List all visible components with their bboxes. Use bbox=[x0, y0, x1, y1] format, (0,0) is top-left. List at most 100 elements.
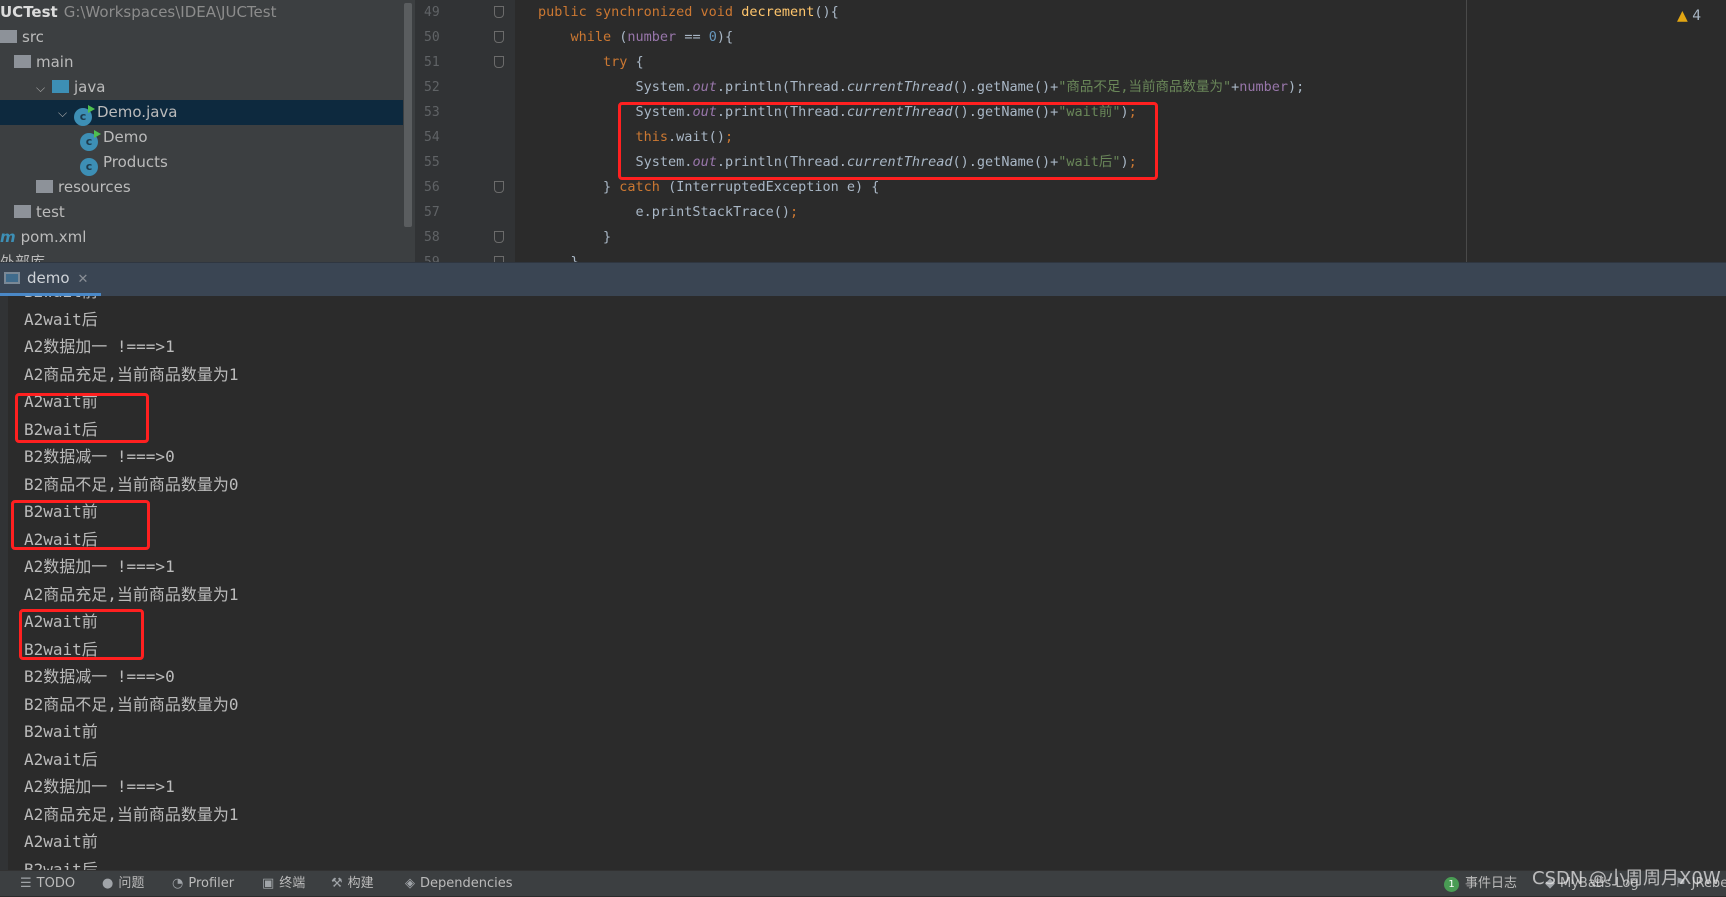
line-number: 53 bbox=[424, 105, 440, 120]
watermark: CSDN @小周周月X0W bbox=[1532, 868, 1721, 889]
console-line: A2商品充足,当前商品数量为1 bbox=[24, 364, 239, 384]
chevron-down-icon[interactable]: ⌵ bbox=[58, 101, 74, 126]
console-line: B2wait后 bbox=[24, 859, 98, 871]
console-line: B2wait前 bbox=[24, 722, 98, 741]
line-number: 51 bbox=[424, 55, 440, 70]
code-token: 0 bbox=[708, 29, 717, 45]
list-icon: ☰ bbox=[20, 876, 32, 891]
code-token: } bbox=[538, 254, 579, 262]
project-panel: UCTest G:\Workspaces\IDEA\JUCTest src main… bbox=[0, 0, 415, 262]
dependencies-button[interactable]: ◈ Dependencies bbox=[405, 871, 513, 897]
code-token: (InterruptedException e) { bbox=[668, 179, 880, 195]
layers-icon: ◈ bbox=[405, 876, 415, 891]
terminal-button[interactable]: ▣ 终端 bbox=[262, 871, 305, 897]
tab-demo[interactable]: demo ✕ bbox=[0, 263, 101, 297]
code-token: == bbox=[676, 29, 709, 45]
folder-icon bbox=[14, 55, 31, 68]
console-line: A2商品充足,当前商品数量为1 bbox=[24, 584, 239, 604]
code-line: } bbox=[538, 225, 611, 250]
console-icon bbox=[4, 272, 20, 284]
tree-item[interactable]: c Demo bbox=[0, 125, 403, 151]
console-line: A2wait后 bbox=[24, 309, 98, 329]
code-token: System. bbox=[538, 79, 693, 95]
tree-item[interactable]: test bbox=[0, 200, 403, 225]
line-number: 49 bbox=[424, 5, 440, 20]
problems-button[interactable]: ● 问题 bbox=[102, 871, 144, 897]
right-margin-guide bbox=[1466, 0, 1467, 262]
line-number: 56 bbox=[424, 180, 440, 195]
code-token: ); bbox=[1288, 79, 1305, 95]
code-token: .println(Thread. bbox=[716, 79, 847, 95]
line-number: 57 bbox=[424, 205, 440, 220]
project-root[interactable]: UCTest G:\Workspaces\IDEA\JUCTest bbox=[0, 0, 403, 25]
source-folder-icon bbox=[52, 80, 69, 93]
status-bar: ☰ TODO ● 问题 ◔ Profiler ▣ 终端 ⚒ 构建 ◈ Dependencie… bbox=[0, 870, 1726, 896]
event-count-badge: 1 bbox=[1444, 877, 1459, 892]
close-icon[interactable]: ✕ bbox=[78, 272, 89, 287]
project-scrollbar[interactable] bbox=[404, 3, 412, 227]
line-number: 55 bbox=[424, 155, 440, 170]
code-token: public synchronized void bbox=[538, 4, 742, 20]
tree-item[interactable]: c Products bbox=[0, 150, 403, 176]
resources-folder-icon bbox=[36, 180, 53, 193]
folder-icon bbox=[0, 30, 17, 43]
console-line: A2wait后 bbox=[24, 749, 98, 769]
tree-item[interactable]: 外部库 bbox=[0, 250, 403, 262]
console-line: A2数据加一 !===>1 bbox=[24, 337, 175, 356]
tree-item[interactable]: resources bbox=[0, 175, 403, 200]
terminal-icon: ▣ bbox=[262, 876, 275, 891]
console-line: A2wait前 bbox=[24, 832, 98, 851]
tree-item[interactable]: ⌵ java bbox=[0, 75, 403, 100]
code-token: number bbox=[1239, 79, 1289, 95]
console-line: A2商品充足,当前商品数量为1 bbox=[24, 804, 239, 824]
profiler-button[interactable]: ◔ Profiler bbox=[172, 871, 234, 897]
console-output[interactable]: B2wait前 A2wait后 A2数据加一 !===>1 A2商品充足,当前商品数量… bbox=[0, 296, 1726, 870]
java-class-icon: c bbox=[80, 130, 101, 151]
fold-marker-icon[interactable] bbox=[494, 231, 504, 243]
build-button[interactable]: ⚒ 构建 bbox=[331, 871, 374, 897]
fold-marker-icon[interactable] bbox=[494, 56, 504, 68]
java-class-icon: c bbox=[74, 105, 95, 126]
console-line: B2商品不足,当前商品数量为0 bbox=[24, 694, 239, 714]
console-line: B2wait前 bbox=[24, 296, 98, 306]
console-line: B2数据减一 !===>0 bbox=[24, 447, 175, 466]
run-toolwindow-bar: demo ✕ bbox=[0, 262, 1726, 297]
event-log-button[interactable]: 1 事件日志 bbox=[1444, 871, 1517, 897]
code-token: ){ bbox=[716, 29, 734, 45]
code-token: "商品不足,当前商品数量为" bbox=[1058, 79, 1232, 95]
fold-marker-icon[interactable] bbox=[494, 31, 504, 43]
fold-marker-icon[interactable] bbox=[494, 6, 504, 18]
code-line: while (number == 0){ bbox=[538, 25, 734, 50]
tree-item[interactable]: m pom.xml bbox=[0, 225, 403, 250]
code-line: try { bbox=[538, 50, 644, 75]
tree-item[interactable]: src bbox=[0, 25, 403, 50]
warnings-indicator[interactable]: ▲ 4 bbox=[1677, 8, 1701, 24]
line-number: 58 bbox=[424, 230, 440, 245]
code-token: out bbox=[692, 79, 717, 95]
code-token: (){ bbox=[814, 4, 839, 20]
code-token: { bbox=[635, 54, 644, 70]
code-line: public synchronized void decrement(){ bbox=[538, 0, 839, 25]
line-number: 50 bbox=[424, 30, 440, 45]
warning-icon: ▲ bbox=[1677, 8, 1688, 24]
console-line: B2商品不足,当前商品数量为0 bbox=[24, 474, 239, 494]
highlight-box bbox=[11, 500, 150, 550]
console-gutter bbox=[0, 296, 8, 870]
tree-item[interactable]: main bbox=[0, 50, 403, 75]
code-token: catch bbox=[619, 179, 669, 195]
console-line: B2数据减一 !===>0 bbox=[24, 667, 175, 686]
code-token: ; bbox=[789, 204, 799, 220]
chevron-down-icon[interactable]: ⌵ bbox=[36, 76, 52, 101]
highlight-box bbox=[15, 393, 149, 443]
code-token: } bbox=[538, 179, 620, 195]
fold-marker-icon[interactable] bbox=[494, 181, 504, 193]
code-token: while bbox=[538, 29, 620, 45]
todo-button[interactable]: ☰ TODO bbox=[20, 871, 75, 897]
highlight-box bbox=[19, 609, 144, 660]
console-line: A2数据加一 !===>1 bbox=[24, 557, 175, 576]
code-token: currentThread bbox=[846, 79, 953, 95]
tree-item[interactable]: ⌵ c Demo.java bbox=[0, 100, 403, 126]
problems-icon: ● bbox=[102, 876, 114, 891]
line-number: 52 bbox=[424, 80, 440, 95]
code-token: number bbox=[627, 29, 677, 45]
